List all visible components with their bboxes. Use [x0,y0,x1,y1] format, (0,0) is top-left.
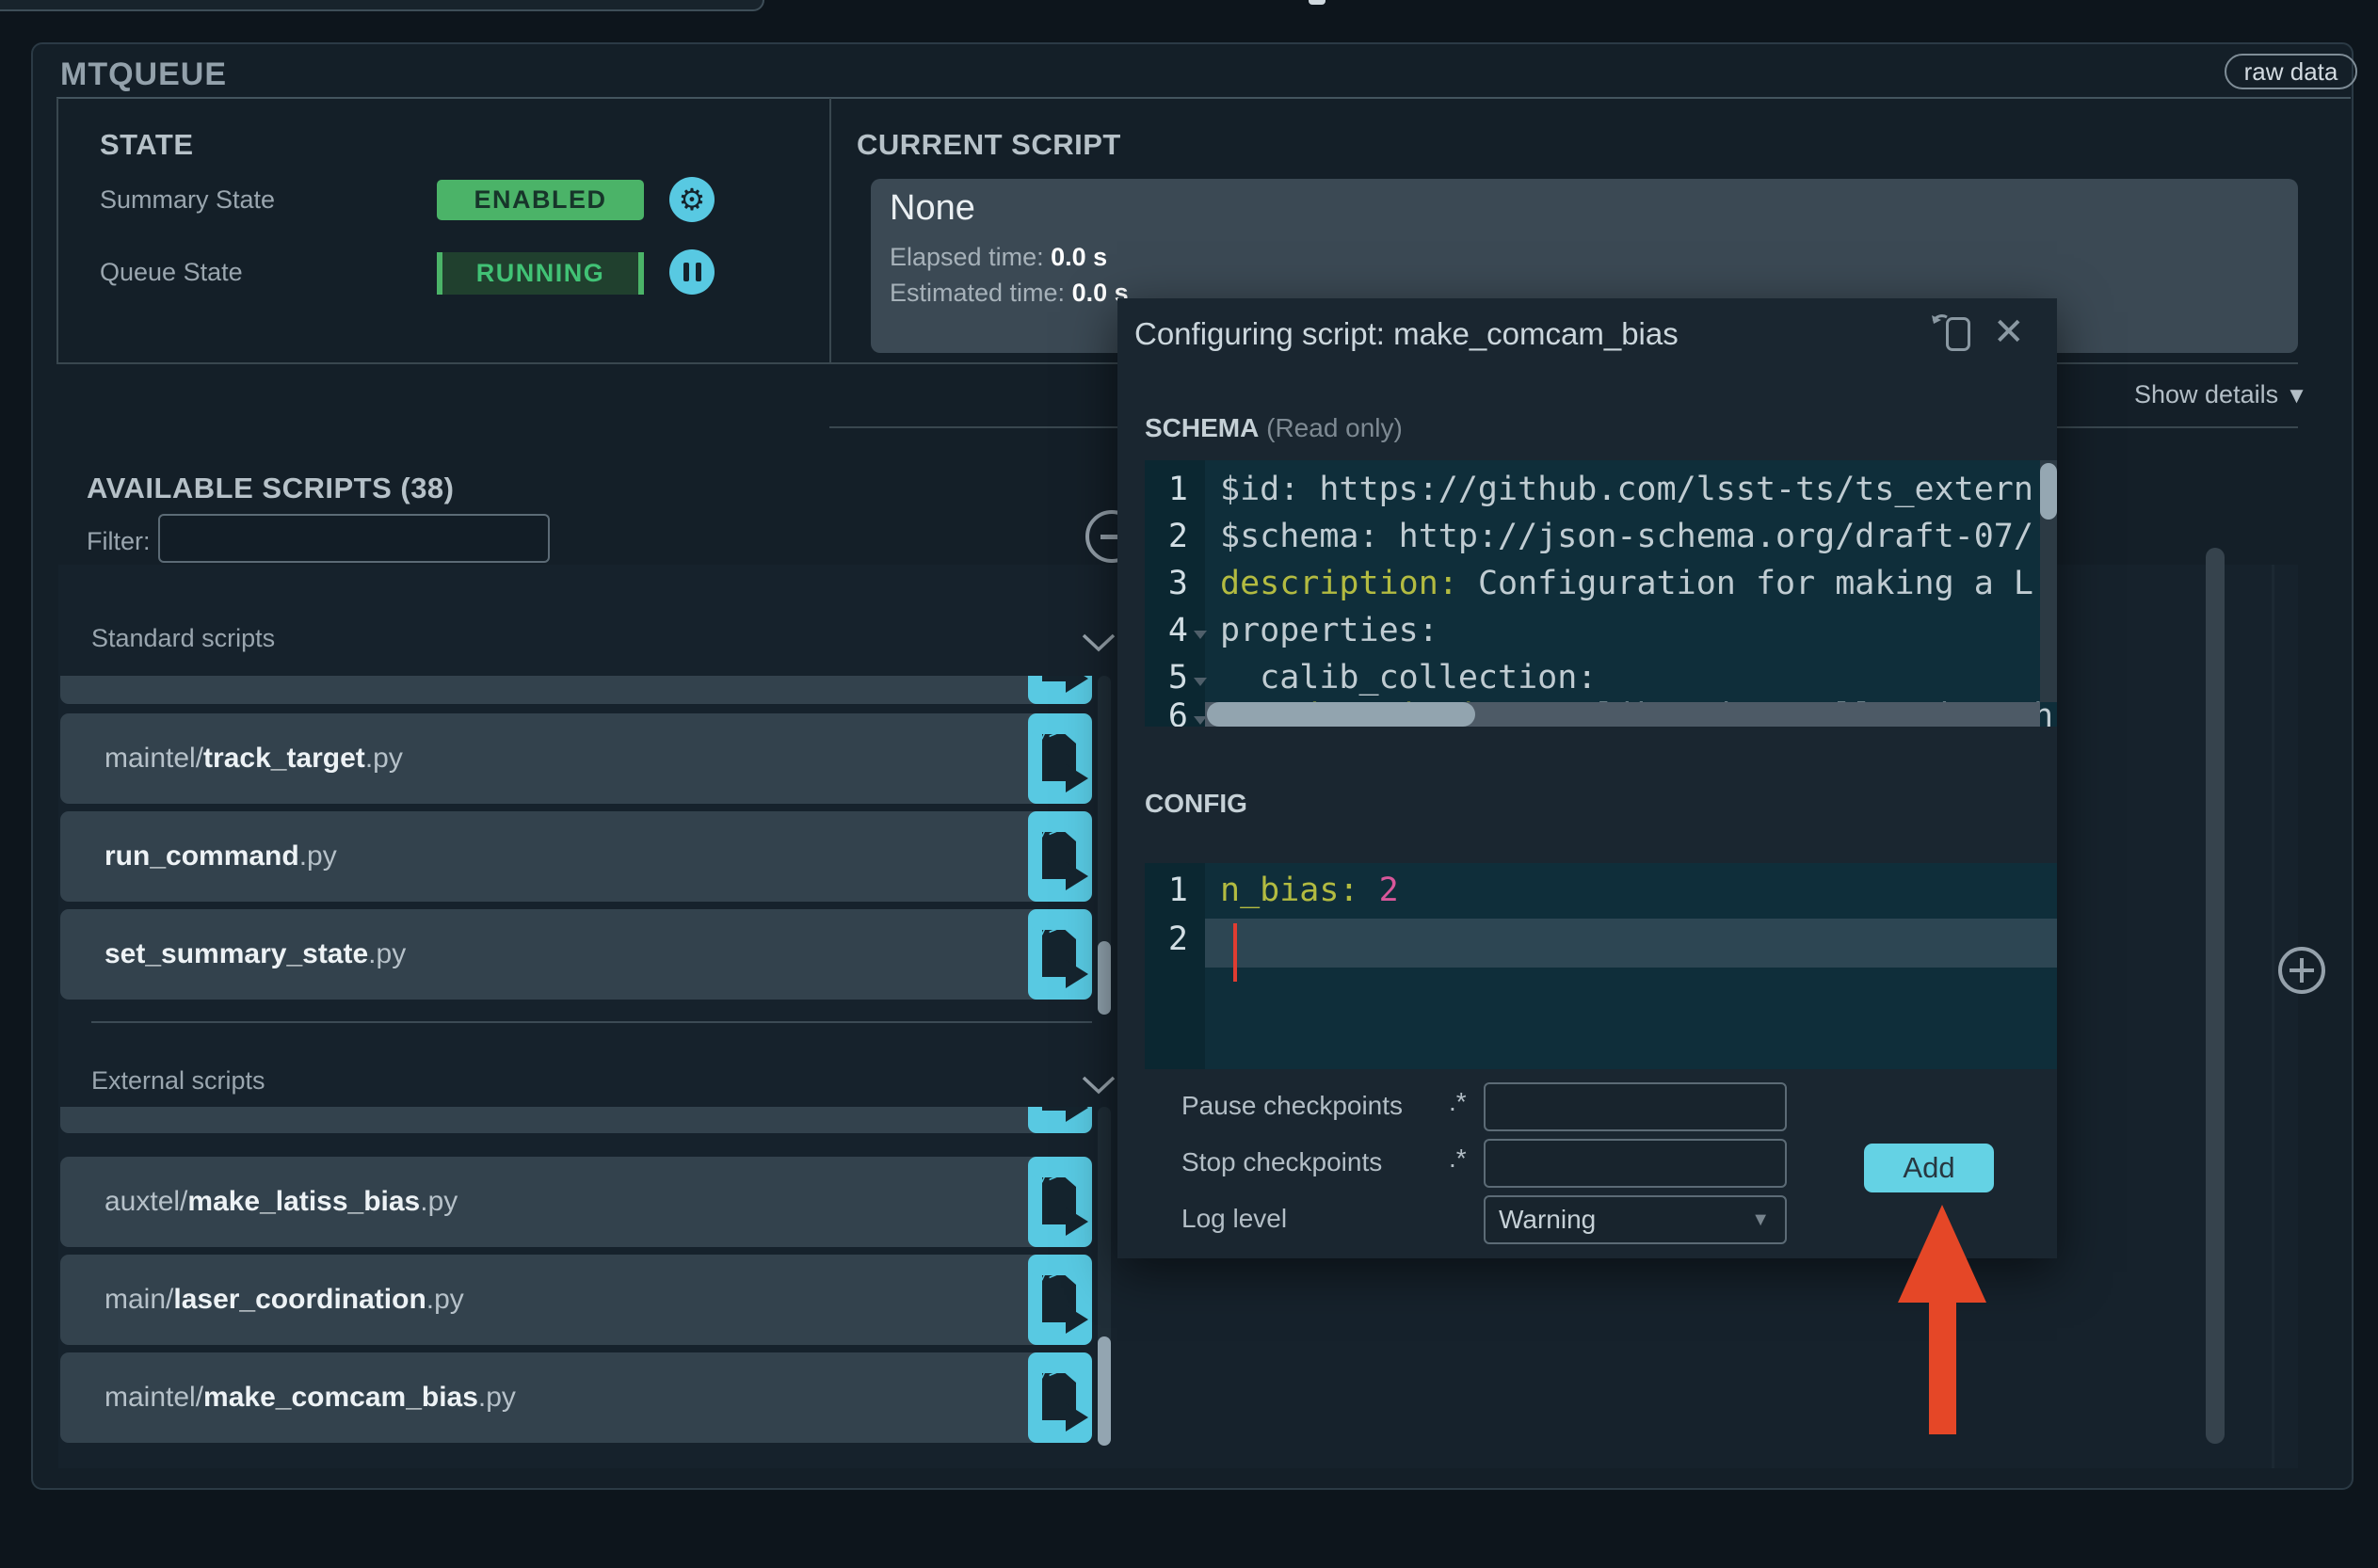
summary-box-left-border [56,98,58,363]
screen: MTQUEUE raw data STATE Summary State ENA… [0,0,2378,1568]
group-divider [91,1021,1092,1023]
filter-label: Filter: [87,527,151,555]
modal-title: Configuring script: make_comcam_bias [1134,316,1679,351]
state-script-divider [829,98,831,363]
estimated-time-label: Estimated time: [890,279,1066,307]
select-caret-icon: ▼ [1751,1208,1770,1230]
stop-pattern: .* [1449,1144,1467,1173]
pause-pattern: .* [1449,1087,1467,1116]
launch-script-icon[interactable]: </> [1028,811,1092,902]
queue-column-divider [2272,565,2274,1468]
launch-script-icon[interactable]: </> [1028,713,1092,804]
text-cursor [1233,923,1237,982]
external-scripts-scrollbar-thumb[interactable] [1098,1336,1111,1446]
group-external-chevron-icon[interactable] [1081,1075,1117,1096]
pause-queue-button[interactable] [669,249,715,295]
schema-editor[interactable]: 1 $id: https://github.com/lsst-ts/ts_exte… [1145,460,2057,727]
schema-hscrollbar-thumb[interactable] [1207,702,1475,727]
log-level-value: Warning [1499,1205,1597,1234]
script-row[interactable]: auxtel/make_latiss_bias .py </> [60,1157,1092,1247]
add-script-circle-button[interactable] [2278,947,2325,994]
script-row[interactable]: maintel/track_target .py </> [60,713,1092,804]
raw-data-button[interactable]: raw data [2225,54,2357,89]
log-level-select[interactable]: Warning ▼ [1484,1195,1787,1244]
log-level-label: Log level [1181,1204,1288,1233]
standard-scripts-scrollbar-thumb[interactable] [1098,941,1111,1015]
annotation-arrow-shaft [1929,1297,1956,1434]
elapsed-time-value: 0.0 s [1051,243,1108,271]
title-divider [56,97,2351,99]
state-heading: STATE [100,128,194,161]
close-icon[interactable]: ✕ [1993,313,2025,351]
rotate-arrow-icon [1932,314,1948,324]
queue-state-badge: RUNNING [437,252,644,295]
config-editor[interactable]: 1 n_bias: 2 2 [1145,863,2057,1069]
elapsed-time-label: Elapsed time: [890,243,1044,271]
pause-checkpoints-input[interactable] [1484,1082,1787,1131]
script-row[interactable]: maintel/make_comcam_bias .py </> [60,1352,1092,1443]
launch-script-icon[interactable]: </> [1028,1255,1092,1345]
elapsed-time-row: Elapsed time: 0.0 s [890,243,1107,272]
script-row-clipped[interactable]: maintel/track_target_and_take_image.py <… [60,676,1092,704]
script-row[interactable]: set_summary_state .py </> [60,909,1092,1000]
annotation-arrow-head [1898,1205,1986,1303]
top-tab-sliver [0,0,764,11]
script-row[interactable]: run_command .py </> [60,811,1092,902]
launch-script-icon[interactable]: </> [1028,676,1092,704]
group-external-label: External scripts [91,1066,265,1095]
available-scripts-heading: AVAILABLE SCRIPTS (38) [87,472,455,504]
top-cursor-sliver [1309,0,1326,5]
pause-checkpoints-label: Pause checkpoints [1181,1091,1404,1120]
group-standard-chevron-icon[interactable] [1081,632,1117,653]
launch-script-icon[interactable]: </> [1028,909,1092,1000]
estimated-time-row: Estimated time: 0.0 s [890,279,1129,308]
group-standard-label: Standard scripts [91,624,276,652]
launch-script-icon[interactable]: </> [1028,1107,1092,1133]
launch-script-icon[interactable]: </> [1028,1157,1092,1247]
add-button[interactable]: Add [1864,1144,1994,1192]
summary-state-label: Summary State [100,185,276,214]
script-row[interactable]: main/laser_coordination .py </> [60,1255,1092,1345]
pause-icon [683,263,701,281]
chevron-down-icon: ▼ [2285,383,2308,408]
filter-input[interactable] [158,514,550,563]
stop-checkpoints-input[interactable] [1484,1139,1787,1188]
gear-icon: ⚙ [678,183,706,216]
show-details-toggle[interactable]: Show details ▼ [2134,380,2307,409]
show-details-label: Show details [2134,380,2279,408]
config-heading: CONFIG [1145,789,1247,818]
configure-script-modal: Configuring script: make_comcam_bias ✕ S… [1117,298,2057,1258]
summary-state-badge: ENABLED [437,180,644,220]
script-row-clipped[interactable]: auxtel/latiss_cwfs_align.py </> [60,1107,1092,1133]
schema-heading: SCHEMA (Read only) [1145,413,1403,442]
panel-title: MTQUEUE [60,56,227,92]
queue-scrollbar[interactable] [2206,548,2225,1444]
stop-checkpoints-label: Stop checkpoints [1181,1147,1383,1176]
schema-vscrollbar-thumb[interactable] [2040,463,2057,520]
queue-state-label: Queue State [100,258,243,286]
state-config-button[interactable]: ⚙ [669,177,715,222]
launch-script-icon[interactable]: </> [1028,1352,1092,1443]
current-script-heading: CURRENT SCRIPT [857,128,1121,161]
current-script-name: None [890,188,975,228]
